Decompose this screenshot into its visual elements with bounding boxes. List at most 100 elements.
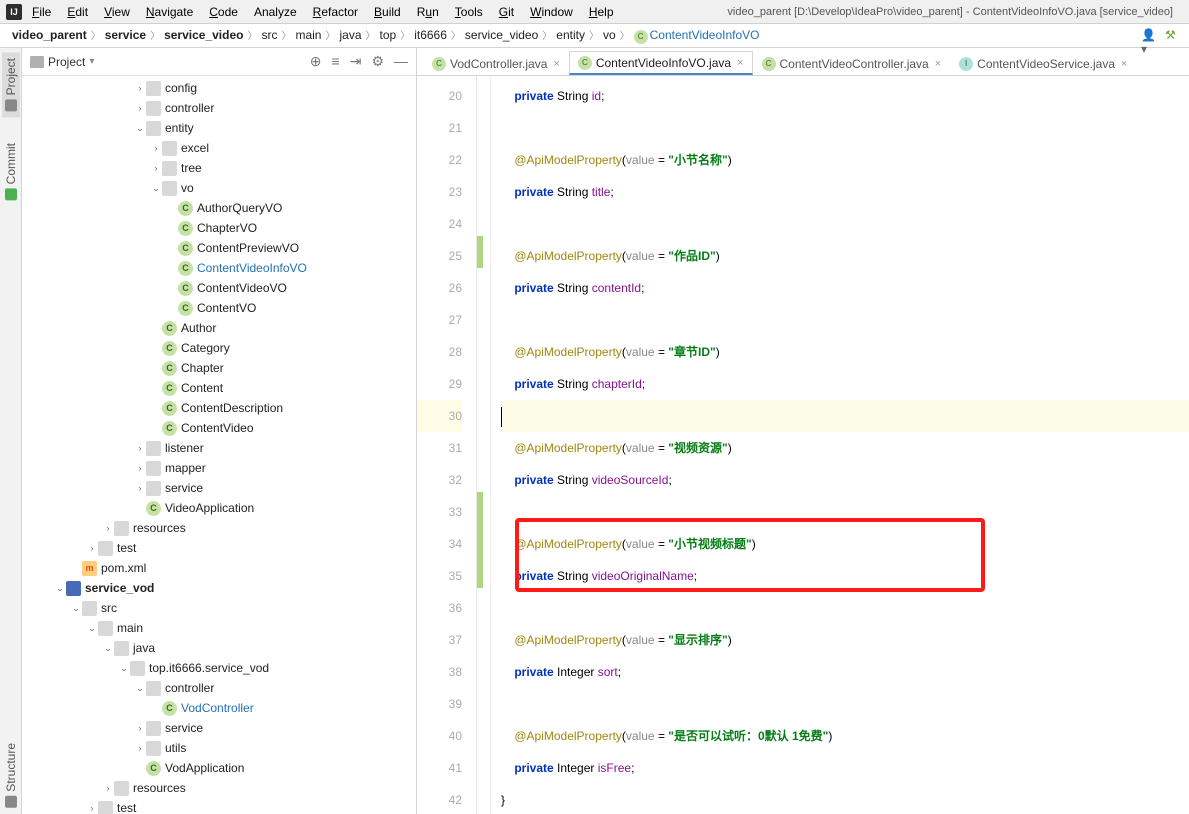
tree-item[interactable]: ›test xyxy=(22,538,416,558)
sidebar-title[interactable]: Project ▾ xyxy=(30,55,94,69)
menu-build[interactable]: Build xyxy=(368,3,407,21)
chevron-down-icon[interactable]: ⌄ xyxy=(134,123,146,134)
expand-icon[interactable]: ≡ xyxy=(332,53,340,70)
chevron-right-icon[interactable]: › xyxy=(134,463,146,473)
close-icon[interactable]: × xyxy=(1121,58,1127,70)
breadcrumb-item[interactable]: main xyxy=(291,26,325,44)
breadcrumb-item[interactable]: src xyxy=(257,26,281,44)
build-icon[interactable]: ⚒ xyxy=(1165,28,1181,44)
code-line[interactable] xyxy=(501,592,1189,624)
menu-tools[interactable]: Tools xyxy=(449,3,489,21)
tree-item[interactable]: ›excel xyxy=(22,138,416,158)
tree-item[interactable]: CAuthorQueryVO xyxy=(22,198,416,218)
tool-project[interactable]: Project xyxy=(2,52,20,117)
breadcrumb-final[interactable]: CContentVideoInfoVO xyxy=(630,26,764,44)
breadcrumb-item[interactable]: video_parent xyxy=(8,26,91,44)
menu-navigate[interactable]: Navigate xyxy=(140,3,199,21)
tree-item[interactable]: ⌄controller xyxy=(22,678,416,698)
chevron-down-icon[interactable]: ⌄ xyxy=(150,183,162,194)
tree-item[interactable]: ›controller xyxy=(22,98,416,118)
chevron-down-icon[interactable]: ⌄ xyxy=(134,683,146,694)
chevron-right-icon[interactable]: › xyxy=(150,163,162,173)
menu-code[interactable]: Code xyxy=(203,3,244,21)
breadcrumb-item[interactable]: service xyxy=(101,26,150,44)
editor-tab[interactable]: CContentVideoController.java× xyxy=(753,51,951,75)
tool-structure[interactable]: Structure xyxy=(2,737,20,814)
breadcrumb-item[interactable]: top xyxy=(376,26,401,44)
code-line[interactable]: @ApiModelProperty(value = "小节视频标题") xyxy=(501,528,1189,560)
tree-item[interactable]: ›service xyxy=(22,718,416,738)
gear-icon[interactable]: ⚙ xyxy=(371,53,384,70)
code-line[interactable]: @ApiModelProperty(value = "作品ID") xyxy=(501,240,1189,272)
tree-item[interactable]: CContent xyxy=(22,378,416,398)
menu-help[interactable]: Help xyxy=(583,3,620,21)
code-line[interactable]: @ApiModelProperty(value = "显示排序") xyxy=(501,624,1189,656)
code-line[interactable]: private String videoOriginalName; xyxy=(501,560,1189,592)
tree-item[interactable]: ⌄java xyxy=(22,638,416,658)
tree-item[interactable]: CCategory xyxy=(22,338,416,358)
tree-item[interactable]: ›tree xyxy=(22,158,416,178)
chevron-down-icon[interactable]: ⌄ xyxy=(102,643,114,654)
code-editor[interactable]: 2021222324252627282930313233343536373839… xyxy=(417,76,1189,814)
menu-run[interactable]: Run xyxy=(411,3,445,21)
tree-item[interactable]: ›resources xyxy=(22,518,416,538)
tree-item[interactable]: ›resources xyxy=(22,778,416,798)
code-line[interactable]: @ApiModelProperty(value = "是否可以试听：0默认 1免… xyxy=(501,720,1189,752)
code-line[interactable] xyxy=(501,688,1189,720)
chevron-right-icon[interactable]: › xyxy=(134,83,146,93)
menu-file[interactable]: File xyxy=(26,3,57,21)
code-body[interactable]: private String id; @ApiModelProperty(val… xyxy=(491,76,1189,814)
chevron-down-icon[interactable]: ⌄ xyxy=(70,603,82,614)
code-line[interactable]: private String chapterId; xyxy=(501,368,1189,400)
breadcrumb-item[interactable]: service_video xyxy=(160,26,247,44)
chevron-down-icon[interactable]: ⌄ xyxy=(118,663,130,674)
chevron-right-icon[interactable]: › xyxy=(150,143,162,153)
locate-icon[interactable]: ⊕ xyxy=(310,53,322,70)
chevron-down-icon[interactable]: ⌄ xyxy=(86,623,98,634)
code-line[interactable]: private Integer sort; xyxy=(501,656,1189,688)
editor-tab[interactable]: CContentVideoInfoVO.java× xyxy=(569,51,753,75)
close-icon[interactable]: × xyxy=(737,57,743,69)
close-icon[interactable]: × xyxy=(553,58,559,70)
tree-item[interactable]: mpom.xml xyxy=(22,558,416,578)
tree-item[interactable]: ›mapper xyxy=(22,458,416,478)
tree-item[interactable]: ⌄src xyxy=(22,598,416,618)
chevron-right-icon[interactable]: › xyxy=(134,723,146,733)
hide-icon[interactable]: — xyxy=(394,53,408,70)
tree-item[interactable]: ⌄main xyxy=(22,618,416,638)
tree-item[interactable]: ›test xyxy=(22,798,416,814)
tree-item[interactable]: CContentVO xyxy=(22,298,416,318)
code-line[interactable] xyxy=(501,208,1189,240)
code-line[interactable] xyxy=(501,112,1189,144)
code-line[interactable]: } xyxy=(501,784,1189,814)
code-line[interactable]: @ApiModelProperty(value = "章节ID") xyxy=(501,336,1189,368)
menu-git[interactable]: Git xyxy=(493,3,520,21)
breadcrumb-item[interactable]: java xyxy=(335,26,365,44)
menu-edit[interactable]: Edit xyxy=(61,3,94,21)
code-line[interactable]: @ApiModelProperty(value = "视频资源") xyxy=(501,432,1189,464)
menu-window[interactable]: Window xyxy=(524,3,579,21)
chevron-right-icon[interactable]: › xyxy=(134,103,146,113)
code-line[interactable] xyxy=(501,304,1189,336)
breadcrumb-item[interactable]: entity xyxy=(552,26,589,44)
tree-item[interactable]: ›listener xyxy=(22,438,416,458)
chevron-right-icon[interactable]: › xyxy=(86,803,98,813)
tree-item[interactable]: CAuthor xyxy=(22,318,416,338)
collapse-icon[interactable]: ⇥ xyxy=(350,53,362,70)
tree-item[interactable]: ⌄vo xyxy=(22,178,416,198)
tree-item[interactable]: CContentVideoVO xyxy=(22,278,416,298)
chevron-right-icon[interactable]: › xyxy=(102,783,114,793)
breadcrumb-item[interactable]: it6666 xyxy=(410,26,451,44)
breadcrumb-item[interactable]: vo xyxy=(599,26,620,44)
close-icon[interactable]: × xyxy=(935,58,941,70)
tree-item[interactable]: ›utils xyxy=(22,738,416,758)
chevron-right-icon[interactable]: › xyxy=(134,483,146,493)
code-line[interactable]: private String title; xyxy=(501,176,1189,208)
tree-item[interactable]: CVodController xyxy=(22,698,416,718)
tree-item[interactable]: CContentVideo xyxy=(22,418,416,438)
chevron-right-icon[interactable]: › xyxy=(134,443,146,453)
tree-item[interactable]: CContentPreviewVO xyxy=(22,238,416,258)
tree-item[interactable]: ⌄service_vod xyxy=(22,578,416,598)
tree-item[interactable]: CVideoApplication xyxy=(22,498,416,518)
tree-item[interactable]: ›config xyxy=(22,78,416,98)
